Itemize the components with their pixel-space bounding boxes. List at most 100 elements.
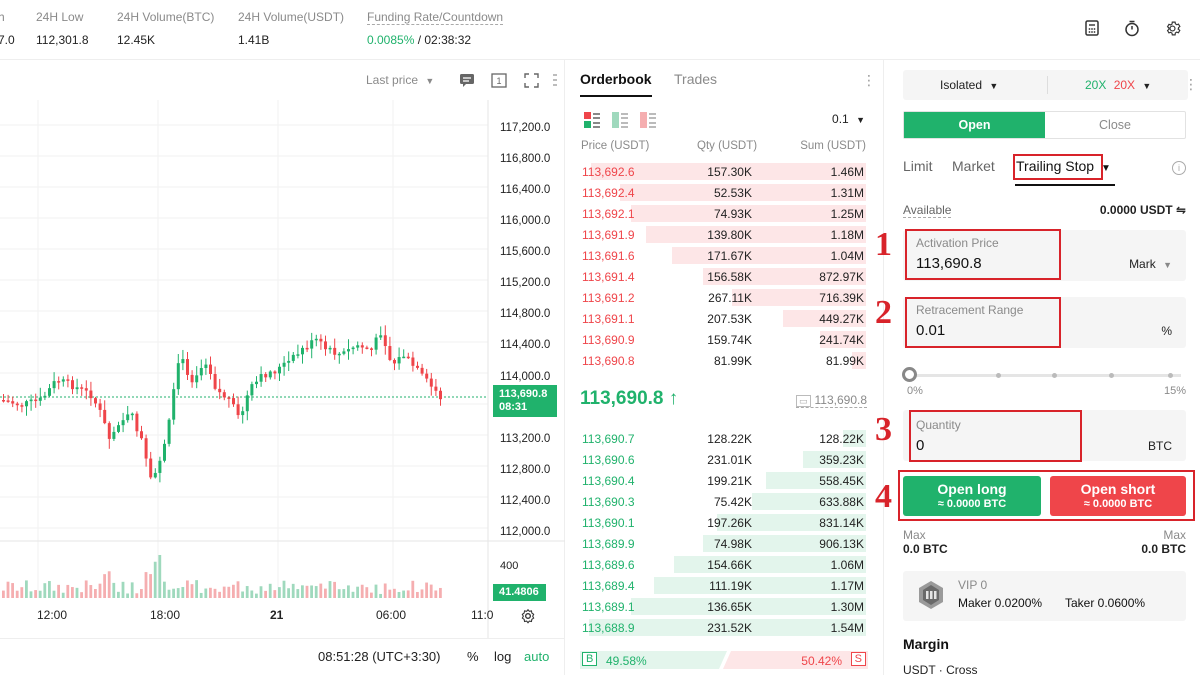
- view-asks-icon[interactable]: [640, 112, 656, 128]
- chart-toolbar: Last price ▼ 1: [0, 60, 565, 100]
- retracement-slider-thumb[interactable]: [902, 367, 917, 382]
- candle-body: [181, 359, 185, 364]
- ask-row[interactable]: 113,691.6 171.67K 1.04M: [580, 246, 866, 265]
- view-bids-icon[interactable]: [612, 112, 628, 128]
- panel-scroll-icon[interactable]: ⋮: [1184, 76, 1198, 93]
- retracement-slider-track[interactable]: [909, 374, 1181, 377]
- order-type-trailing-stop[interactable]: Trailing Stop ▼: [1016, 158, 1111, 174]
- candle-body: [172, 389, 176, 420]
- utc-clock: 08:51:28 (UTC+3:30): [318, 649, 441, 664]
- funding-label[interactable]: Funding Rate/Countdown: [367, 10, 504, 25]
- bid-row[interactable]: 113,690.7 128.22K 128.22K: [580, 429, 866, 448]
- candle-body: [84, 388, 88, 391]
- bid-row[interactable]: 113,690.4 199.21K 558.45K: [580, 471, 866, 490]
- ticker-vol-btc: 24H Volume(BTC) 12.45K: [117, 10, 214, 47]
- time-axis-label: 18:00: [150, 608, 181, 622]
- bid-qty: 136.65K: [707, 600, 752, 614]
- candle-body: [347, 349, 350, 352]
- close-tab[interactable]: Close: [1045, 112, 1185, 138]
- ask-sum: 716.39K: [819, 291, 864, 305]
- order-type-limit[interactable]: Limit: [903, 158, 933, 174]
- tab-orderbook[interactable]: Orderbook: [580, 71, 652, 97]
- bid-row[interactable]: 113,689.4 111.19K 1.17M: [580, 576, 866, 595]
- bid-row[interactable]: 113,689.9 74.98K 906.13K: [580, 534, 866, 553]
- chart-settings-icon[interactable]: [520, 608, 536, 627]
- bid-sum: 831.14K: [819, 516, 864, 530]
- vip-badge-icon: [917, 580, 945, 613]
- settings-icon[interactable]: [1162, 18, 1182, 38]
- bid-qty: 128.22K: [707, 432, 752, 446]
- ask-price: 113,690.9: [582, 333, 635, 347]
- leverage-dropdown[interactable]: 20X 20X ▼: [1085, 78, 1151, 92]
- active-order-type-underline: [1015, 184, 1115, 186]
- volume-bar: [25, 580, 28, 598]
- volume-bar: [241, 591, 244, 598]
- bid-row[interactable]: 113,688.9 231.52K 1.54M: [580, 618, 866, 637]
- svg-text:1: 1: [496, 76, 501, 86]
- candle-body: [328, 347, 332, 350]
- volume-bar: [420, 589, 424, 598]
- ask-row[interactable]: 113,691.4 156.58K 872.97K: [580, 267, 866, 286]
- ask-row[interactable]: 113,692.1 74.93K 1.25M: [580, 204, 866, 223]
- candle-body: [29, 399, 33, 402]
- candle-body: [61, 379, 65, 382]
- single-layout-icon[interactable]: 1: [490, 72, 508, 88]
- bid-row[interactable]: 113,690.1 197.26K 831.14K: [580, 513, 866, 532]
- open-tab[interactable]: Open: [904, 112, 1045, 138]
- tab-trades[interactable]: Trades: [674, 71, 717, 87]
- info-icon[interactable]: i: [1172, 161, 1186, 175]
- log-scale-button[interactable]: log: [494, 649, 511, 664]
- ask-row[interactable]: 113,692.4 52.53K 1.31M: [580, 183, 866, 202]
- slider-min-label: 0%: [907, 385, 923, 397]
- trailing-stop-label: Trailing Stop: [1016, 158, 1095, 174]
- price-type-dropdown[interactable]: Last price ▼: [366, 73, 434, 87]
- candle-body: [411, 357, 415, 366]
- candle-body: [406, 356, 410, 359]
- vip-fee-card[interactable]: VIP 0 Maker 0.0200% Taker 0.0600%: [903, 571, 1186, 621]
- ask-row[interactable]: 113,692.6 157.30K 1.46M: [580, 162, 866, 181]
- candle-body: [250, 384, 254, 396]
- volume-bar: [144, 572, 148, 598]
- ask-row[interactable]: 113,691.1 207.53K 449.27K: [580, 309, 866, 328]
- bid-row[interactable]: 113,689.1 136.65K 1.30M: [580, 597, 866, 616]
- timer-icon[interactable]: [1122, 18, 1142, 38]
- ask-price: 113,692.6: [582, 165, 635, 179]
- volume-bar: [213, 588, 217, 598]
- candle-body: [351, 347, 355, 350]
- max-short-label: Max: [1163, 528, 1186, 542]
- indicator-icon[interactable]: [458, 72, 476, 88]
- view-both-icon[interactable]: [584, 112, 600, 128]
- open-long-button[interactable]: Open long ≈ 0.0000 BTC: [903, 476, 1041, 516]
- ask-sum: 1.04M: [830, 249, 864, 263]
- ticker-funding[interactable]: Funding Rate/Countdown 0.0085% / 02:38:3…: [367, 10, 504, 47]
- candle-body: [370, 348, 373, 350]
- orderbook-menu-icon[interactable]: ⋮: [862, 72, 876, 89]
- bid-row[interactable]: 113,689.6 154.66K 1.06M: [580, 555, 866, 574]
- retracement-unit: %: [1161, 324, 1172, 338]
- activation-ref-dropdown[interactable]: Mark ▼: [1129, 257, 1172, 271]
- bid-row[interactable]: 113,690.3 75.42K 633.88K: [580, 492, 866, 511]
- mode-divider: [1047, 76, 1048, 94]
- bid-sum: 1.17M: [830, 579, 864, 593]
- ask-row[interactable]: 113,690.9 159.74K 241.74K: [580, 330, 866, 349]
- ask-row[interactable]: 113,691.9 139.80K 1.18M: [580, 225, 866, 244]
- candlestick-chart[interactable]: [0, 100, 565, 638]
- margin-mode-dropdown[interactable]: Isolated ▼: [940, 78, 998, 92]
- calculator-icon[interactable]: [1082, 18, 1102, 38]
- order-type-market[interactable]: Market: [952, 158, 995, 174]
- tick-size-dropdown[interactable]: 0.1 ▼: [832, 112, 865, 126]
- auto-scale-button[interactable]: auto: [524, 649, 549, 664]
- ask-row[interactable]: 113,691.2 267.11K 716.39K: [580, 288, 866, 307]
- fullscreen-icon[interactable]: [522, 72, 540, 88]
- more-icon[interactable]: [546, 72, 564, 88]
- ask-row[interactable]: 113,690.8 81.99K 81.99K: [580, 351, 866, 370]
- available-value[interactable]: 0.0000 USDT ⇋: [1100, 203, 1186, 217]
- candle-body: [158, 460, 162, 473]
- bid-row[interactable]: 113,690.6 231.01K 359.23K: [580, 450, 866, 469]
- volume-bar: [314, 586, 318, 598]
- percent-scale-button[interactable]: %: [467, 649, 479, 664]
- open-short-button[interactable]: Open short ≈ 0.0000 BTC: [1050, 476, 1186, 516]
- candle-body: [195, 375, 199, 383]
- price-axis-label: 112,000.0: [500, 526, 551, 538]
- bid-price: 113,690.1: [582, 516, 635, 530]
